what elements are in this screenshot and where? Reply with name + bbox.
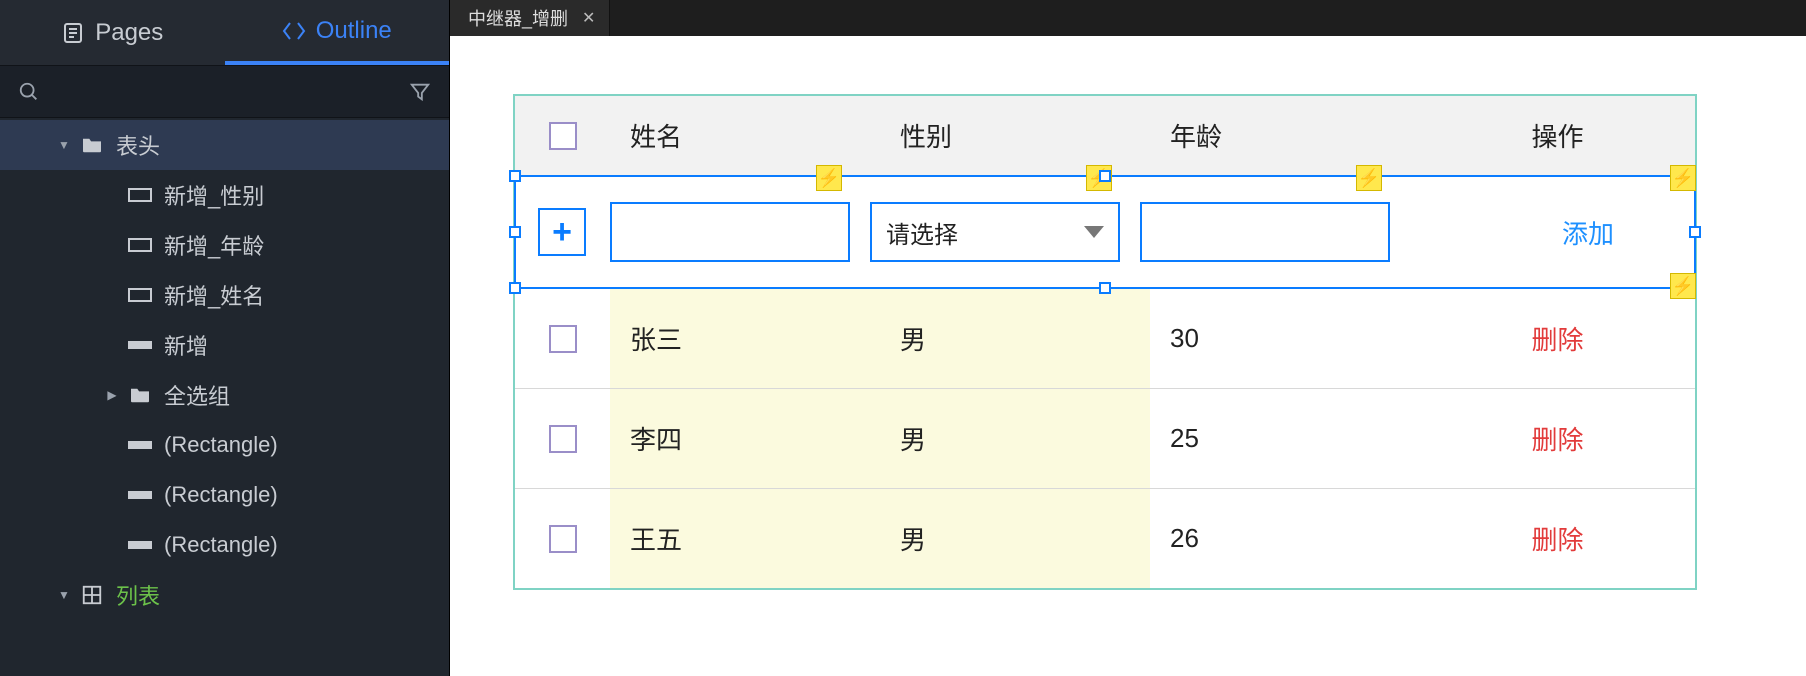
tree-node-label: (Rectangle)	[164, 432, 278, 458]
document-tab[interactable]: 中继器_增删 ✕	[450, 0, 610, 36]
tab-pages[interactable]: Pages	[0, 0, 225, 65]
tree-node-label: (Rectangle)	[164, 532, 278, 558]
tree-node-header-group[interactable]: ▼ 表头	[0, 120, 449, 170]
resize-handle[interactable]	[1689, 226, 1701, 238]
add-row: + 请选择 添加	[526, 192, 1684, 272]
tree-node-label: 新增	[164, 329, 208, 361]
pages-icon	[61, 21, 85, 45]
filter-icon[interactable]	[409, 81, 431, 103]
row-checkbox[interactable]	[549, 325, 577, 353]
tree-node-add-button[interactable]: 新增	[0, 320, 449, 370]
tree-node-rect3[interactable]: (Rectangle)	[0, 520, 449, 570]
sex-select-placeholder: 请选择	[886, 215, 958, 250]
plus-button[interactable]: +	[538, 208, 586, 256]
header-sex: 性别	[880, 117, 1150, 154]
cell-age: 26	[1150, 523, 1420, 554]
tree-node-label: (Rectangle)	[164, 482, 278, 508]
document-tab-title: 中继器_增删	[468, 5, 568, 31]
lightning-icon[interactable]: ⚡	[1356, 165, 1382, 191]
chevron-right-icon[interactable]: ▶	[104, 388, 120, 402]
rectangle-icon	[126, 238, 154, 252]
table-row[interactable]: 李四男25删除	[515, 388, 1695, 488]
bar-icon	[126, 491, 154, 499]
resize-handle[interactable]	[509, 282, 521, 294]
chevron-down-icon[interactable]: ▼	[56, 588, 72, 602]
lightning-icon[interactable]: ⚡	[816, 165, 842, 191]
cell-age: 25	[1150, 423, 1420, 454]
lightning-icon[interactable]: ⚡	[1670, 165, 1696, 191]
table-header: 姓名 性别 年龄 操作	[515, 96, 1695, 176]
tree-node-repeater[interactable]: ▼ 列表	[0, 570, 449, 620]
resize-handle[interactable]	[1099, 282, 1111, 294]
delete-link[interactable]: 删除	[1420, 320, 1695, 357]
outline-toolbar	[0, 66, 449, 118]
cell-name: 李四	[610, 389, 880, 488]
bar-icon	[126, 441, 154, 449]
tab-outline[interactable]: Outline	[225, 0, 450, 65]
cell-name: 张三	[610, 289, 880, 388]
chevron-down-icon	[1084, 226, 1104, 238]
resize-handle[interactable]	[509, 170, 521, 182]
tree-node-label: 新增_性别	[164, 179, 264, 211]
grid-icon	[78, 584, 106, 606]
chevron-down-icon[interactable]: ▼	[56, 138, 72, 152]
add-link[interactable]: 添加	[1562, 214, 1614, 251]
table-row[interactable]: 张三男30删除	[515, 288, 1695, 388]
tree-node-label: 表头	[116, 129, 160, 161]
cell-sex: 男	[880, 389, 1150, 488]
checkbox-select-all[interactable]	[549, 122, 577, 150]
resize-handle[interactable]	[509, 226, 521, 238]
document-tab-bar: 中继器_增删 ✕	[450, 0, 1806, 36]
tree-node-add-sex[interactable]: 新增_性别	[0, 170, 449, 220]
header-age: 年龄	[1150, 117, 1420, 154]
table-row[interactable]: 王五男26删除	[515, 488, 1695, 588]
tree-node-label: 新增_年龄	[164, 229, 264, 261]
resize-handle[interactable]	[1099, 170, 1111, 182]
add-row-selection[interactable]: ⚡ ⚡ ⚡ ⚡ ⚡ + 请选择 添加	[514, 175, 1696, 289]
header-op: 操作	[1420, 117, 1695, 154]
sex-select[interactable]: 请选择	[870, 202, 1120, 262]
tree-node-add-name[interactable]: 新增_姓名	[0, 270, 449, 320]
panel-tabs: Pages Outline	[0, 0, 449, 66]
age-input[interactable]	[1140, 202, 1390, 262]
table-body: 张三男30删除李四男25删除王五男26删除	[515, 288, 1695, 588]
delete-link[interactable]: 删除	[1420, 420, 1695, 457]
left-panel: Pages Outline ▼ 表头 新增_性别	[0, 0, 450, 676]
search-icon[interactable]	[18, 81, 40, 103]
tab-pages-label: Pages	[95, 19, 163, 47]
bar-icon	[126, 541, 154, 549]
tree-node-label: 列表	[116, 579, 160, 611]
canvas[interactable]: 姓名 性别 年龄 操作 ⚡ ⚡ ⚡ ⚡ ⚡ + 请选择	[450, 36, 1806, 676]
tree-node-add-age[interactable]: 新增_年龄	[0, 220, 449, 270]
rectangle-icon	[126, 188, 154, 202]
tree-node-rect2[interactable]: (Rectangle)	[0, 470, 449, 520]
delete-link[interactable]: 删除	[1420, 520, 1695, 557]
header-name: 姓名	[610, 117, 880, 154]
tree-node-label: 新增_姓名	[164, 279, 264, 311]
artboard-table[interactable]: 姓名 性别 年龄 操作 ⚡ ⚡ ⚡ ⚡ ⚡ + 请选择	[515, 96, 1695, 588]
tree-node-label: 全选组	[164, 379, 230, 411]
folder-icon	[78, 136, 106, 154]
cell-sex: 男	[880, 289, 1150, 388]
cell-age: 30	[1150, 323, 1420, 354]
lightning-icon[interactable]: ⚡	[1670, 273, 1696, 299]
tree-node-rect1[interactable]: (Rectangle)	[0, 420, 449, 470]
tree-node-selectall-group[interactable]: ▶ 全选组	[0, 370, 449, 420]
outline-icon	[282, 19, 306, 43]
name-input[interactable]	[610, 202, 850, 262]
row-checkbox[interactable]	[549, 425, 577, 453]
rectangle-icon	[126, 288, 154, 302]
outline-tree: ▼ 表头 新增_性别 新增_年龄 新增_姓名 新增 ▶	[0, 118, 449, 676]
cell-name: 王五	[610, 489, 880, 588]
row-checkbox[interactable]	[549, 525, 577, 553]
bar-icon	[126, 341, 154, 349]
cell-sex: 男	[880, 489, 1150, 588]
folder-icon	[126, 386, 154, 404]
tab-outline-label: Outline	[316, 17, 392, 45]
close-icon[interactable]: ✕	[582, 8, 595, 28]
